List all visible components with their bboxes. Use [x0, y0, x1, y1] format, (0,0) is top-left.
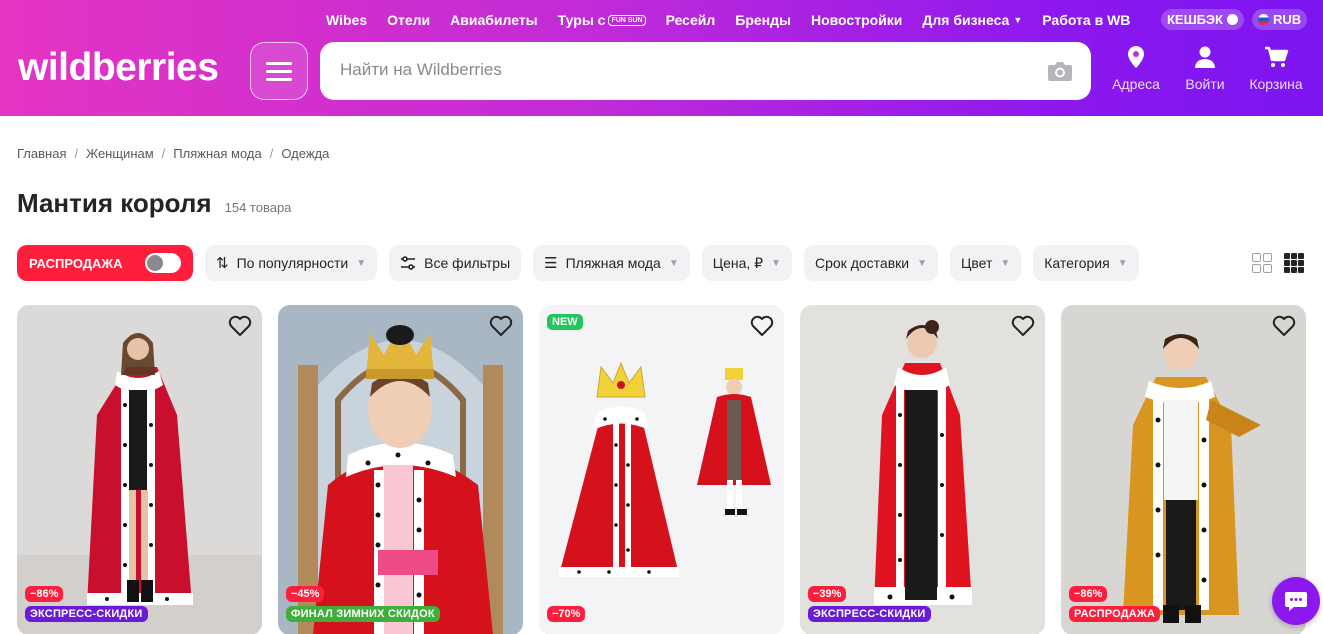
discount-badge: −86% — [25, 586, 64, 602]
discount-badge: −39% — [808, 586, 847, 602]
price-filter[interactable]: Цена, ₽ ▼ — [701, 245, 792, 281]
menu-button[interactable] — [250, 42, 308, 100]
nav-hotels[interactable]: Отели — [387, 12, 430, 28]
chevron-down-icon: ▼ — [668, 257, 679, 269]
chevron-down-icon: ▼ — [917, 257, 927, 269]
product-card[interactable]: −45% ФИНАЛ ЗИМНИХ СКИДОК — [278, 305, 523, 634]
new-badge: NEW — [547, 314, 583, 330]
breadcrumb-home[interactable]: Главная — [17, 146, 66, 161]
wildberries-logo[interactable]: wildberries — [18, 44, 219, 92]
grid-small-view-icon[interactable] — [1284, 253, 1304, 273]
cashback-button[interactable]: КЕШБЭК — [1161, 9, 1244, 30]
heart-icon[interactable] — [750, 315, 774, 337]
product-count: 154 товара — [224, 200, 292, 215]
discount-badge: −45% — [286, 586, 325, 602]
nav-flights[interactable]: Авиабилеты — [450, 12, 538, 28]
product-image — [1061, 305, 1306, 634]
heart-icon[interactable] — [1011, 315, 1035, 337]
chevron-down-icon: ▼ — [1000, 257, 1011, 269]
category-chip-beachwear[interactable]: ☰ Пляжная мода ▼ — [533, 245, 690, 281]
all-filters-button[interactable]: Все фильтры — [389, 245, 522, 281]
chevron-down-icon: ▼ — [1117, 257, 1128, 269]
cashback-icon — [1226, 14, 1238, 25]
promo-badge: ФИНАЛ ЗИМНИХ СКИДОК — [286, 606, 440, 622]
breadcrumb: Главная / Женщинам / Пляжная мода / Одежда — [17, 146, 330, 161]
filter-sliders-icon — [401, 256, 416, 270]
title-row: Мантия короля 154 товара — [17, 188, 291, 219]
nav-resale[interactable]: Ресейл — [666, 12, 716, 28]
category-filter[interactable]: Категория ▼ — [1033, 245, 1139, 281]
nav-wibes[interactable]: Wibes — [326, 12, 367, 28]
camera-icon[interactable] — [1047, 60, 1073, 82]
color-filter[interactable]: Цвет ▼ — [949, 245, 1022, 281]
currency-button[interactable]: RUB — [1252, 9, 1308, 30]
product-card[interactable]: −86% РАСПРОДАЖА — [1061, 305, 1306, 634]
chat-bubble-icon — [1285, 592, 1307, 611]
list-icon: ☰ — [544, 255, 558, 272]
toggle-switch[interactable] — [145, 253, 181, 273]
chat-button[interactable] — [1272, 577, 1320, 625]
product-grid: −86% ЭКСПРЕСС-СКИДКИ −45% ФИНАЛ ЗИМНИХ С… — [17, 305, 1306, 634]
chevron-down-icon: ▼ — [771, 257, 781, 269]
nav-jobs[interactable]: Работа в WB — [1042, 12, 1130, 28]
addresses-button[interactable]: Адреса — [1101, 44, 1171, 92]
grid-large-view-icon[interactable] — [1252, 253, 1272, 273]
nav-tours[interactable]: Туры с FUN SUN — [558, 12, 646, 28]
search-bar — [320, 42, 1091, 100]
chevron-down-icon: ▼ — [1013, 15, 1023, 25]
cart-icon — [1265, 46, 1289, 67]
product-image — [800, 305, 1045, 634]
hamburger-icon — [266, 69, 292, 73]
search-input[interactable] — [340, 60, 1020, 80]
product-image — [539, 305, 784, 634]
cart-button[interactable]: Корзина — [1241, 44, 1311, 92]
filter-bar: РАСПРОДАЖА ⇅ По популярности ▼ Все фильт… — [17, 245, 1139, 281]
funsun-logo: FUN SUN — [608, 14, 646, 26]
chevron-down-icon: ▼ — [356, 257, 367, 269]
promo-badge: ЭКСПРЕСС-СКИДКИ — [25, 606, 148, 622]
nav-business[interactable]: Для бизнеса ▼ — [922, 12, 1022, 28]
sort-arrows-icon: ⇅ — [216, 255, 229, 272]
promo-badge: ЭКСПРЕСС-СКИДКИ — [808, 606, 931, 622]
sort-dropdown[interactable]: ⇅ По популярности ▼ — [205, 245, 378, 281]
top-nav: Wibes Отели Авиабилеты Туры с FUN SUN Рес… — [326, 10, 1150, 30]
promo-badge: РАСПРОДАЖА — [1069, 606, 1161, 622]
sale-toggle[interactable]: РАСПРОДАЖА — [17, 245, 193, 281]
heart-icon[interactable] — [1272, 315, 1296, 337]
breadcrumb-women[interactable]: Женщинам — [86, 146, 154, 161]
discount-badge: −86% — [1069, 586, 1108, 602]
site-header: Wibes Отели Авиабилеты Туры с FUN SUN Рес… — [0, 0, 1323, 116]
product-image — [17, 305, 262, 634]
product-image — [278, 305, 523, 634]
heart-icon[interactable] — [489, 315, 513, 337]
login-button[interactable]: Войти — [1170, 44, 1240, 92]
russia-flag-icon — [1258, 14, 1269, 25]
product-card[interactable]: NEW −70% — [539, 305, 784, 634]
delivery-filter[interactable]: Срок доставки ▼ — [804, 245, 938, 281]
nav-newbuildings[interactable]: Новостройки — [811, 12, 902, 28]
product-card[interactable]: −86% ЭКСПРЕСС-СКИДКИ — [17, 305, 262, 634]
user-icon — [1195, 46, 1215, 68]
page-title: Мантия короля — [17, 188, 212, 218]
nav-brands[interactable]: Бренды — [735, 12, 791, 28]
discount-badge: −70% — [547, 606, 586, 622]
heart-icon[interactable] — [228, 315, 252, 337]
product-card[interactable]: −39% ЭКСПРЕСС-СКИДКИ — [800, 305, 1045, 634]
breadcrumb-beachwear[interactable]: Пляжная мода — [173, 146, 261, 161]
location-pin-icon — [1128, 46, 1144, 68]
breadcrumb-clothes[interactable]: Одежда — [281, 146, 329, 161]
